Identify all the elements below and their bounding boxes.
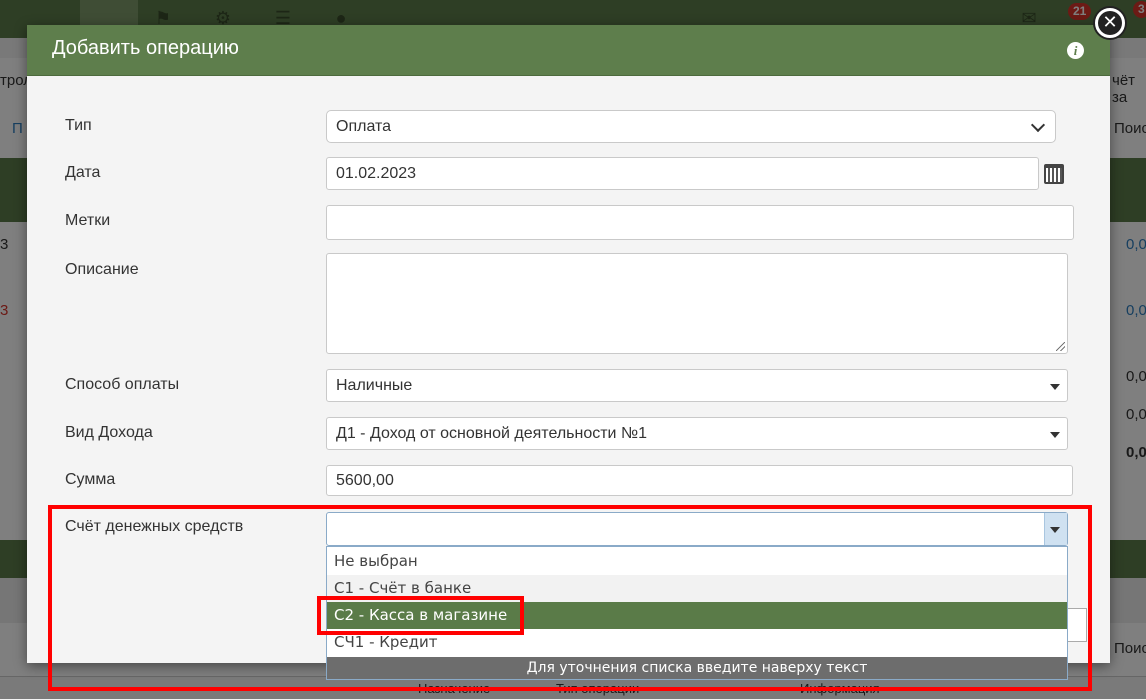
type-value: Оплата xyxy=(336,118,392,135)
tags-label: Метки xyxy=(65,212,111,229)
close-icon: ✕ xyxy=(1102,12,1118,33)
income-type-label: Вид Дохода xyxy=(65,424,153,441)
payment-method-label: Способ оплаты xyxy=(65,376,180,393)
dialog-title: Добавить операцию xyxy=(52,37,239,59)
tags-input[interactable] xyxy=(326,205,1074,240)
description-label: Описание xyxy=(65,261,139,278)
info-icon[interactable]: i xyxy=(1067,42,1084,59)
amount-label: Сумма xyxy=(65,471,116,488)
payment-method-value: Наличные xyxy=(336,377,413,394)
payment-method-select[interactable]: Наличные xyxy=(326,369,1068,402)
dropdown-arrow-icon[interactable] xyxy=(1045,370,1067,401)
date-value: 01.02.2023 xyxy=(336,165,417,182)
close-button[interactable]: ✕ xyxy=(1093,6,1127,40)
highlight-box-option xyxy=(317,596,524,635)
dialog-header: Добавить операцию i xyxy=(27,25,1110,76)
dropdown-arrow-icon[interactable] xyxy=(1045,418,1067,449)
date-label: Дата xyxy=(65,164,101,181)
highlight-box xyxy=(48,505,1092,691)
type-label: Тип xyxy=(65,117,92,134)
description-textarea[interactable] xyxy=(326,253,1068,354)
income-type-value: Д1 - Доход от основной деятельности №1 xyxy=(336,425,647,442)
calendar-icon[interactable] xyxy=(1044,164,1064,184)
income-type-select[interactable]: Д1 - Доход от основной деятельности №1 xyxy=(326,417,1068,450)
date-input[interactable]: 01.02.2023 xyxy=(326,157,1039,190)
chevron-down-icon xyxy=(1030,117,1046,133)
amount-input[interactable]: 5600,00 xyxy=(326,465,1073,496)
amount-value: 5600,00 xyxy=(336,472,394,489)
resize-handle-icon[interactable] xyxy=(1056,342,1065,351)
type-select[interactable]: Оплата xyxy=(326,110,1056,143)
